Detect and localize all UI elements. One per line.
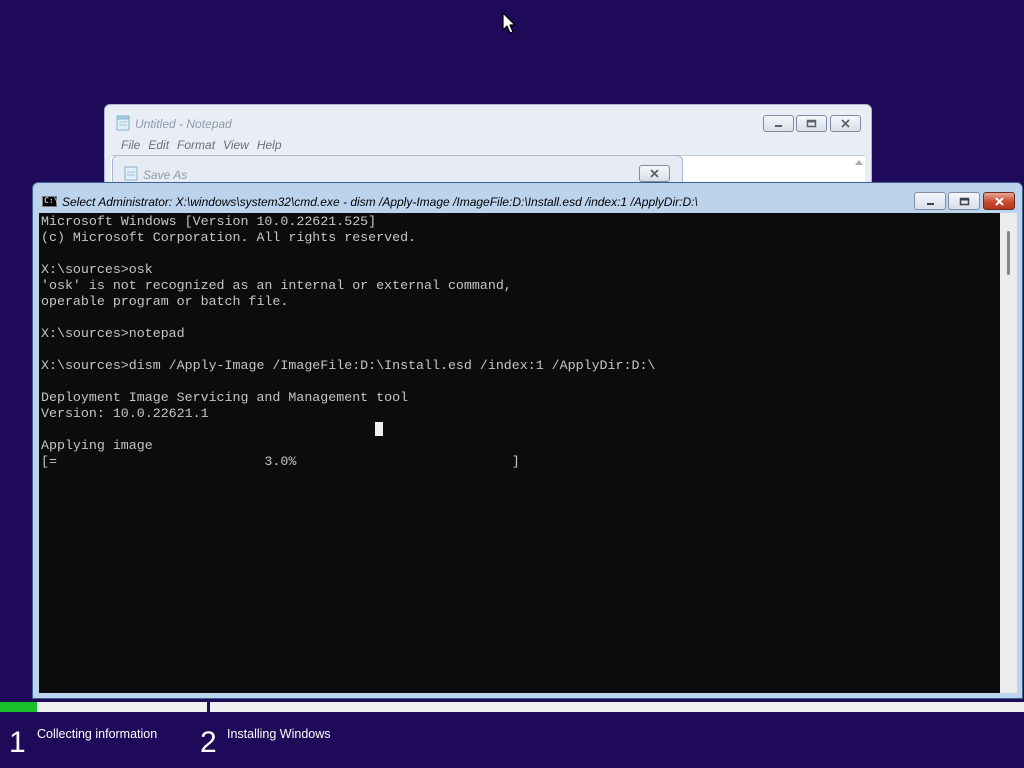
console-line: operable program or batch file. <box>41 294 289 309</box>
close-icon <box>650 169 659 178</box>
console-line: Version: 10.0.22621.1 <box>41 406 209 421</box>
menu-file[interactable]: File <box>119 135 146 155</box>
console-line: X:\sources>notepad <box>41 326 185 341</box>
cmd-titlebar[interactable]: C:\ Select Administrator: X:\windows\sys… <box>33 183 1022 213</box>
step-label: Installing Windows <box>227 727 331 741</box>
console-line: Deployment Image Servicing and Managemen… <box>41 390 409 405</box>
console-line: Microsoft Windows [Version 10.0.22621.52… <box>41 214 377 229</box>
step1-progress-fill <box>0 702 38 712</box>
maximize-icon <box>959 197 969 205</box>
step1-progress-segment <box>0 702 207 712</box>
menu-view[interactable]: View <box>221 135 255 155</box>
minimize-icon <box>926 202 934 205</box>
step2-progress-segment <box>210 702 1024 712</box>
console-line: (c) Microsoft Corporation. All rights re… <box>41 230 417 245</box>
console-progress-line: [= 3.0% ] <box>41 454 520 469</box>
step-number: 2 <box>200 726 217 759</box>
close-icon <box>994 196 1004 206</box>
console-text: Microsoft Windows [Version 10.0.22621.52… <box>41 214 655 470</box>
close-icon <box>841 119 850 128</box>
menu-edit[interactable]: Edit <box>146 135 175 155</box>
notepad-icon <box>116 115 130 131</box>
console-line: X:\sources>osk <box>41 262 153 277</box>
console-line: X:\sources>dism /Apply-Image /ImageFile:… <box>41 358 656 373</box>
save-as-title: Save As <box>143 168 188 182</box>
step-number: 1 <box>9 726 26 759</box>
cmd-close-button[interactable] <box>983 192 1015 210</box>
minimize-icon <box>775 125 782 127</box>
setup-progress-bar <box>0 701 1024 713</box>
menu-help[interactable]: Help <box>255 135 288 155</box>
text-cursor <box>375 422 383 436</box>
notepad-minimize-button[interactable] <box>763 115 794 132</box>
scrollbar-thumb[interactable] <box>1007 231 1010 275</box>
console-line: Applying image <box>41 438 153 453</box>
notepad-menubar: File Edit Format View Help <box>105 135 871 155</box>
console-line: 'osk' is not recognized as an internal o… <box>41 278 512 293</box>
scroll-up-arrow-icon[interactable] <box>853 157 865 169</box>
cmd-window[interactable]: C:\ Select Administrator: X:\windows\sys… <box>32 182 1023 699</box>
cmd-title: Select Administrator: X:\windows\system3… <box>62 195 698 209</box>
cmd-maximize-button[interactable] <box>948 192 980 210</box>
notepad-maximize-button[interactable] <box>796 115 827 132</box>
console-output[interactable]: Microsoft Windows [Version 10.0.22621.52… <box>39 213 1000 693</box>
maximize-icon <box>806 119 817 128</box>
cmd-minimize-button[interactable] <box>914 192 946 210</box>
cmd-icon: C:\ <box>42 196 59 207</box>
desktop: Untitled - Notepad File Edit Format View… <box>0 0 1024 768</box>
notepad-title: Untitled - Notepad <box>135 117 232 131</box>
mouse-pointer-icon <box>502 12 516 34</box>
step-label: Collecting information <box>37 727 158 741</box>
cmd-vertical-scrollbar[interactable] <box>1000 213 1017 693</box>
save-as-close-button[interactable] <box>639 165 670 182</box>
notepad-close-button[interactable] <box>830 115 861 132</box>
save-dialog-icon <box>124 166 138 181</box>
menu-format[interactable]: Format <box>175 135 221 155</box>
